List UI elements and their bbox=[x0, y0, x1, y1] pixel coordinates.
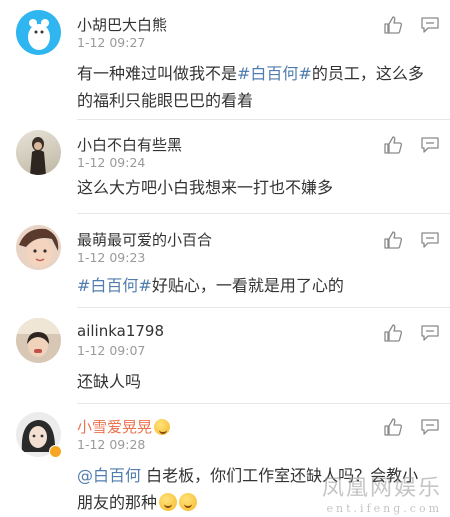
avatar[interactable] bbox=[16, 10, 61, 55]
reply-icon[interactable] bbox=[421, 232, 439, 248]
divider bbox=[77, 213, 450, 214]
comment-text: 这么大方吧小白我想来一打也不嫌多 bbox=[77, 178, 334, 197]
mention-link[interactable]: @白百何 bbox=[77, 466, 141, 485]
comment-time: 1-12 09:24 bbox=[77, 155, 146, 170]
divider bbox=[77, 119, 450, 120]
smile-emoji-icon bbox=[154, 419, 171, 435]
comment-text: 还缺人吗 bbox=[77, 372, 142, 391]
comment-author[interactable]: 最萌最可爱的小百合 bbox=[77, 229, 212, 250]
comment-text: 有一种难过叫做我不是#白百何#的员工，这么多的福利只能眼巴巴的看着 bbox=[77, 64, 424, 110]
divider bbox=[77, 307, 450, 308]
reply-icon[interactable] bbox=[421, 419, 439, 435]
comment-time: 1-12 09:23 bbox=[77, 250, 146, 265]
reply-icon[interactable] bbox=[421, 137, 439, 153]
comment-item: 小胡巴大白熊 1-12 09:27 有一种难过叫做我不是#白百何#的员工，这么多… bbox=[0, 10, 450, 120]
comment-author[interactable]: 小胡巴大白熊 bbox=[77, 14, 167, 35]
comment-item: 小雪爱晃晃 1-12 09:28 @白百何 白老板，你们工作室还缺人吗？会教小朋… bbox=[0, 412, 450, 517]
comment-time: 1-12 09:07 bbox=[77, 343, 146, 358]
reply-icon[interactable] bbox=[421, 17, 439, 33]
thumbs-up-icon[interactable] bbox=[384, 418, 402, 436]
topic-link[interactable]: #白百何# bbox=[77, 276, 152, 295]
comment-time: 1-12 09:28 bbox=[77, 437, 146, 452]
vip-badge bbox=[49, 445, 62, 458]
comment-author[interactable]: 小雪爱晃晃 bbox=[77, 416, 171, 437]
comment-item: 最萌最可爱的小百合 1-12 09:23 #白百何#好贴心，一看就是用了心的 bbox=[0, 225, 450, 310]
comment-item: ailinka1798 1-12 09:07 还缺人吗 bbox=[0, 318, 450, 403]
comment-time: 1-12 09:27 bbox=[77, 35, 146, 50]
thumbs-up-icon[interactable] bbox=[384, 136, 402, 154]
topic-link[interactable]: #白百何# bbox=[237, 64, 312, 83]
smile-emoji-icon bbox=[179, 493, 198, 511]
comment-author[interactable]: ailinka1798 bbox=[77, 322, 164, 340]
avatar[interactable] bbox=[16, 318, 61, 363]
comment-text: #白百何#好贴心，一看就是用了心的 bbox=[77, 276, 344, 295]
thumbs-up-icon[interactable] bbox=[384, 16, 402, 34]
smile-emoji-icon bbox=[159, 493, 178, 511]
comment-item: 小白不白有些黑 1-12 09:24 这么大方吧小白我想来一打也不嫌多 bbox=[0, 130, 450, 215]
comment-author[interactable]: 小白不白有些黑 bbox=[77, 134, 182, 155]
reply-icon[interactable] bbox=[421, 325, 439, 341]
divider bbox=[77, 403, 450, 404]
comment-text: @白百何 白老板，你们工作室还缺人吗？会教小朋友的那种 bbox=[77, 466, 419, 512]
avatar[interactable] bbox=[16, 130, 61, 175]
avatar[interactable] bbox=[16, 225, 61, 270]
thumbs-up-icon[interactable] bbox=[384, 231, 402, 249]
thumbs-up-icon[interactable] bbox=[384, 324, 402, 342]
